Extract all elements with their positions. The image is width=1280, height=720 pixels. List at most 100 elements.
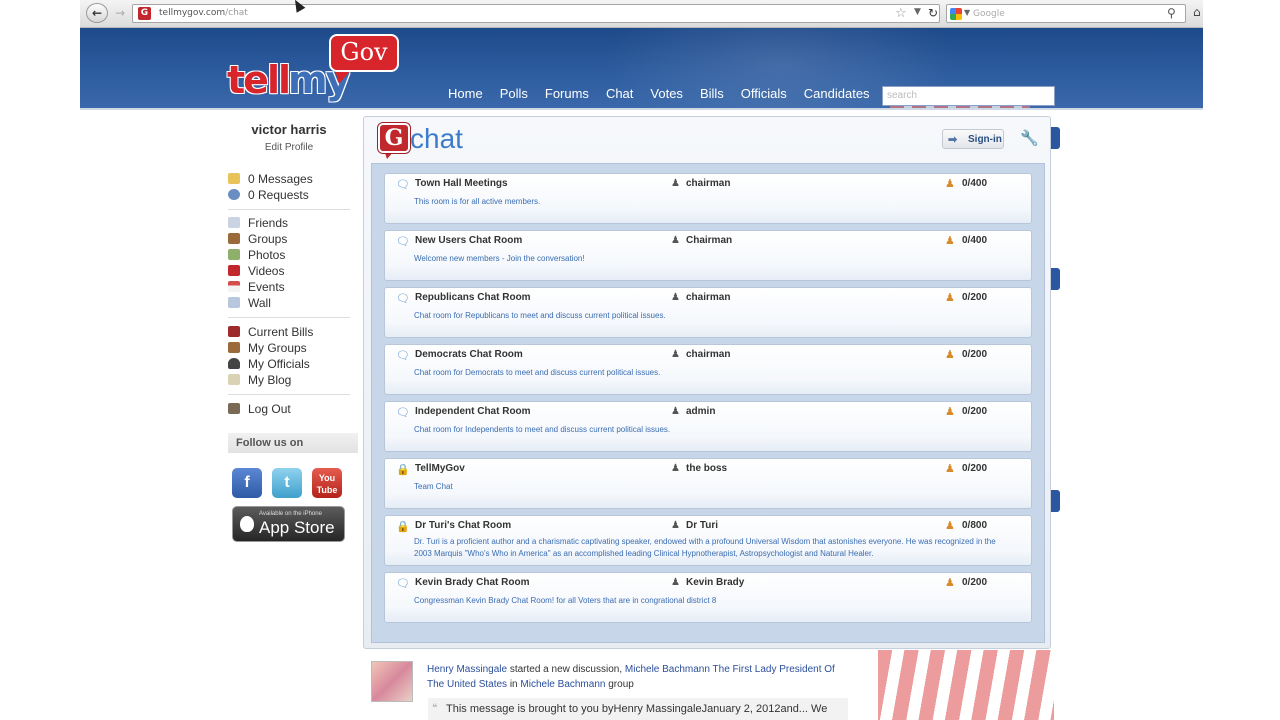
sign-in-button[interactable]: ➡ Sign-in (942, 129, 1004, 149)
nav-chat[interactable]: Chat (606, 86, 633, 101)
room-name[interactable]: New Users Chat Room (415, 235, 522, 246)
browser-search-placeholder: Google (973, 9, 1005, 19)
sidebar-divider (228, 317, 350, 318)
url-text: tellmygov.com/chat (159, 8, 248, 18)
twitter-icon[interactable]: t (272, 468, 302, 498)
users-count-icon: ♟ (945, 234, 955, 247)
speech-bubble-icon: 🗨 (396, 235, 410, 248)
chat-room-row[interactable]: 🔒 Dr Turi's Chat Room Dr. Turi is a prof… (384, 515, 1032, 566)
nav-candidates[interactable]: Candidates (804, 86, 870, 101)
chat-room-row[interactable]: 🔒 TellMyGov Team Chat ♟ the boss ♟ 0/200 (384, 458, 1032, 509)
owner-person-icon: ♟ (671, 520, 680, 531)
owner-person-icon: ♟ (671, 577, 680, 588)
room-owner: chairman (686, 178, 731, 189)
history-dropdown-icon[interactable]: ▼ (914, 7, 921, 17)
groups-icon (228, 233, 240, 244)
chat-logo-text: chat (410, 123, 463, 154)
room-name[interactable]: Dr Turi's Chat Room (415, 520, 511, 531)
room-description: Chat room for Republicans to meet and di… (414, 311, 666, 320)
sidebar-item-label: Current Bills (248, 325, 314, 339)
sidebar-item-label: My Officials (248, 357, 310, 371)
chat-room-row[interactable]: 🗨 Democrats Chat Room Chat room for Demo… (384, 344, 1032, 395)
room-name[interactable]: TellMyGov (415, 463, 465, 474)
sidebar-item-events[interactable]: Events (228, 280, 356, 295)
chat-room-row[interactable]: 🗨 Republicans Chat Room Chat room for Re… (384, 287, 1032, 338)
sidebar-item-my-officials[interactable]: My Officials (228, 357, 356, 372)
users-count-icon: ♟ (945, 291, 955, 304)
nav-bills[interactable]: Bills (700, 86, 724, 101)
sidebar-item-friends[interactable]: Friends (228, 216, 356, 231)
sidebar-item-my-groups[interactable]: My Groups (228, 341, 356, 356)
side-tab[interactable] (1051, 127, 1060, 149)
sidebar-item-my-blog[interactable]: My Blog (228, 373, 356, 388)
url-domain: tellmygov.com (159, 8, 226, 18)
owner-person-icon: ♟ (671, 349, 680, 360)
videos-icon (228, 265, 240, 276)
sidebar-item-photos[interactable]: Photos (228, 248, 356, 263)
sidebar-item-label: Friends (248, 216, 289, 230)
room-name[interactable]: Independent Chat Room (415, 406, 531, 417)
activity-user-link[interactable]: Henry Massingale (427, 664, 507, 675)
site-search-input[interactable]: search (882, 86, 1055, 106)
sidebar-item-messages[interactable]: 0 Messages (228, 172, 356, 187)
sidebar-item-logout[interactable]: Log Out (228, 402, 356, 417)
room-description: Team Chat (414, 482, 453, 491)
address-bar[interactable]: G tellmygov.com/chat ☆ ▼ ↻ (132, 4, 940, 23)
owner-person-icon: ♟ (671, 292, 680, 303)
quote-icon: ❝ (432, 703, 438, 714)
browser-search-box[interactable]: ▼ Google ⚲ (946, 4, 1186, 23)
room-description: Chat room for Democrats to meet and disc… (414, 368, 661, 377)
home-icon[interactable]: ⌂ (1193, 5, 1201, 19)
nav-officials[interactable]: Officials (741, 86, 787, 101)
main-nav: Home Polls Forums Chat Votes Bills Offic… (448, 86, 887, 101)
nav-polls[interactable]: Polls (500, 86, 528, 101)
sidebar-item-wall[interactable]: Wall (228, 296, 356, 311)
activity-group-link[interactable]: Michele Bachmann (520, 679, 605, 690)
room-name[interactable]: Democrats Chat Room (415, 349, 523, 360)
youtube-icon[interactable]: You Tube (312, 468, 342, 498)
back-arrow-icon[interactable]: ← (86, 3, 108, 23)
room-description: This room is for all active members. (414, 197, 541, 206)
page-root: ← → G tellmygov.com/chat ☆ ▼ ↻ ▼ Google … (0, 0, 1280, 720)
bookmark-star-icon[interactable]: ☆ (895, 6, 907, 21)
nav-votes[interactable]: Votes (650, 86, 683, 101)
edit-profile-link[interactable]: Edit Profile (228, 142, 350, 153)
avatar[interactable] (371, 661, 413, 702)
search-engine-dropdown-icon[interactable]: ▼ (964, 8, 970, 17)
side-tab[interactable] (1051, 490, 1060, 512)
chat-room-row[interactable]: 🗨 Town Hall Meetings This room is for al… (384, 173, 1032, 224)
owner-person-icon: ♟ (671, 406, 680, 417)
forward-arrow-icon[interactable]: → (110, 4, 130, 22)
nav-home[interactable]: Home (448, 86, 483, 101)
sidebar-item-groups[interactable]: Groups (228, 232, 356, 247)
sidebar-item-current-bills[interactable]: Current Bills (228, 325, 356, 340)
flag-background (878, 650, 1054, 720)
users-count-icon: ♟ (945, 177, 955, 190)
search-icon[interactable]: ⚲ (1167, 6, 1176, 20)
activity-item: Henry Massingale started a new discussio… (368, 656, 868, 720)
chat-room-row[interactable]: 🗨 Kevin Brady Chat Room Congressman Kevi… (384, 572, 1032, 623)
wrench-icon[interactable]: 🔧 (1020, 129, 1039, 147)
logo-gov-bubble[interactable]: Gov (329, 34, 399, 72)
users-count-icon: ♟ (945, 348, 955, 361)
chat-room-row[interactable]: 🗨 Independent Chat Room Chat room for In… (384, 401, 1032, 452)
room-name[interactable]: Kevin Brady Chat Room (415, 577, 529, 588)
room-description: Congressman Kevin Brady Chat Room! for a… (414, 596, 717, 605)
app-store-badge[interactable]: Available on the iPhone App Store (232, 506, 345, 542)
logo-bubble-tail (335, 70, 351, 84)
room-name[interactable]: Town Hall Meetings (415, 178, 508, 189)
user-name[interactable]: victor harris (228, 122, 350, 137)
sidebar-item-videos[interactable]: Videos (228, 264, 356, 279)
chat-room-row[interactable]: 🗨 New Users Chat Room Welcome new member… (384, 230, 1032, 281)
sidebar-divider (228, 394, 350, 395)
nav-forums[interactable]: Forums (545, 86, 589, 101)
facebook-icon[interactable]: f (232, 468, 262, 498)
reload-icon[interactable]: ↻ (928, 6, 938, 20)
appstore-small-text: Available on the iPhone (259, 511, 322, 517)
room-description: Dr. Turi is a proficient author and a ch… (414, 537, 996, 558)
side-tab[interactable] (1051, 268, 1060, 290)
sign-in-label: Sign-in (968, 134, 1002, 145)
sidebar-item-requests[interactable]: 0 Requests (228, 188, 356, 203)
logo-tell[interactable]: tell (227, 58, 291, 102)
room-name[interactable]: Republicans Chat Room (415, 292, 531, 303)
